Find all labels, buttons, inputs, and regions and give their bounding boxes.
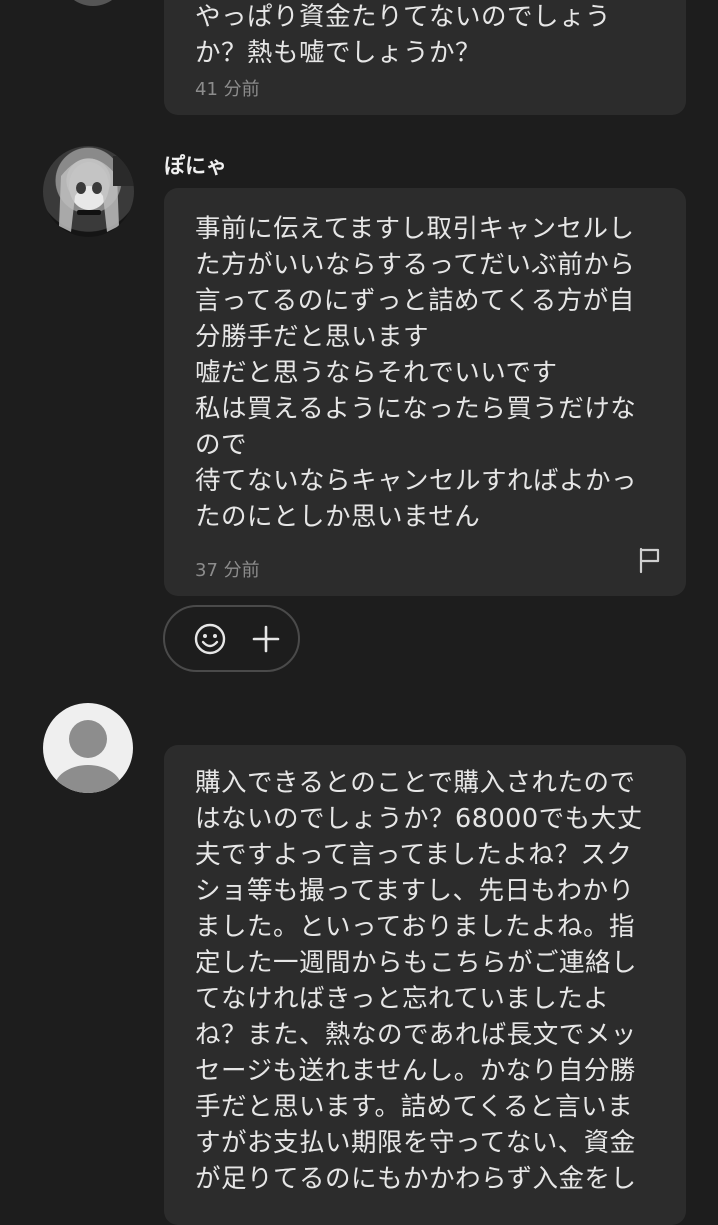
message-bubble-1: やっぱり資金たりてないのでしょう か？熱も嘘でしょうか？ 41 分前 <box>164 0 686 115</box>
message-bubble-2: 事前に伝えてますし取引キャンセルし た方がいいならするってだいぶ前から 言ってる… <box>164 188 686 596</box>
message-line: か？熱も嘘でしょうか？ <box>195 38 482 68</box>
message-line: 事前に伝えてますし取引キャンセルし <box>195 214 635 244</box>
message-timestamp: 37 分前 <box>195 560 260 581</box>
avatar-previous-user[interactable] <box>60 0 126 6</box>
message-line: 待てないならキャンセルすればよかっ <box>195 466 638 496</box>
message-line: 購入できるとのことで購入されたので <box>195 768 636 798</box>
message-text: 購入できるとのことで購入されたので はないのでしょうか？68000でも大丈 夫で… <box>195 765 643 1197</box>
message-line: すがお支払い期限を守ってない、資金 <box>195 1128 636 1158</box>
message-line: セージも送れませんし。かなり自分勝 <box>195 1056 636 1086</box>
message-line: 嘘だと思うならそれでいいです <box>195 358 558 388</box>
message-line: 定した一週間からもこちらがご連絡し <box>195 948 638 978</box>
message-line: ので <box>195 430 248 460</box>
reaction-bar <box>163 605 300 672</box>
author-name[interactable]: ぽにゃ <box>164 150 227 180</box>
message-line: やっぱり資金たりてないのでしょう <box>195 2 612 32</box>
message-line: ショ等も撮ってますし、先日もわかり <box>195 876 635 906</box>
message-bubble-3: 購入できるとのことで購入されたので はないのでしょうか？68000でも大丈 夫で… <box>164 745 686 1225</box>
message-line: てなければきっと忘れていましたよ <box>195 984 610 1014</box>
plus-icon[interactable] <box>251 624 281 658</box>
message-line: た方がいいならするってだいぶ前から <box>195 250 636 280</box>
message-text: 事前に伝えてますし取引キャンセルし た方がいいならするってだいぶ前から 言ってる… <box>195 211 637 535</box>
message-line: ね？また、熱なのであれば長文でメッ <box>195 1020 637 1050</box>
message-line: 分勝手だと思います <box>195 322 430 352</box>
avatar-image <box>59 156 134 232</box>
message-line: はないのでしょうか？68000でも大丈 <box>195 804 643 834</box>
message-line: 言ってるのにずっと詰めてくる方が自 <box>195 286 635 316</box>
message-line: が足りてるのにもかかわらず入金をし <box>195 1164 637 1194</box>
avatar-ponya[interactable] <box>43 146 134 237</box>
message-line: たのにとしか思いません <box>195 502 481 532</box>
message-text: やっぱり資金たりてないのでしょう か？熱も嘘でしょうか？ <box>195 0 611 71</box>
message-line: 夫ですよって言ってましたよね？スク <box>195 840 633 870</box>
default-person-icon <box>54 720 122 793</box>
message-line: ました。といっておりましたよね。指 <box>195 912 635 942</box>
flag-icon[interactable] <box>637 546 663 574</box>
message-timestamp: 41 分前 <box>195 79 260 100</box>
smiley-icon[interactable] <box>193 622 227 660</box>
avatar-default-user[interactable] <box>43 703 133 793</box>
message-line: 私は買えるようになったら買うだけな <box>195 394 637 424</box>
message-line: 手だと思います。詰めてくると言いま <box>195 1092 634 1122</box>
